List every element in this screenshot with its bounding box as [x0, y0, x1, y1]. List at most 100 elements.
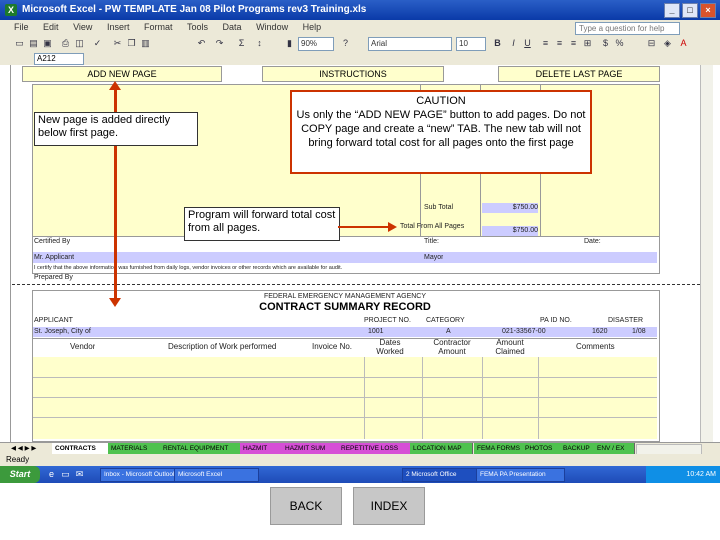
entry-column-divider — [364, 357, 365, 439]
system-tray: 10:42 AM — [646, 466, 720, 483]
close-icon[interactable]: × — [700, 3, 716, 18]
name-box[interactable]: A212 — [34, 53, 84, 65]
help-icon[interactable]: ? — [340, 38, 351, 49]
task-excel[interactable]: Microsoft Excel — [174, 468, 259, 482]
tab-rental-equipment[interactable]: RENTAL EQUIPMENT — [160, 443, 241, 454]
forward-arrow-line — [338, 226, 390, 228]
tab-fema-forms[interactable]: FEMA FORMS — [474, 443, 525, 454]
italic-icon[interactable]: I — [508, 38, 519, 49]
values-row — [33, 327, 657, 337]
preview-icon[interactable]: ◫ — [74, 38, 85, 49]
task-outlook[interactable]: Inbox - Microsoft Outlook — [100, 468, 175, 482]
quick-launch-ie-icon[interactable]: e — [46, 469, 57, 480]
font-color-icon[interactable]: A — [678, 38, 689, 49]
value-applicant: St. Joseph, City of — [34, 328, 91, 335]
caution-box: CAUTION Us only the “ADD NEW PAGE” butto… — [290, 90, 592, 174]
tab-env-ex[interactable]: ENV / EX — [594, 443, 635, 454]
maximize-icon[interactable]: □ — [682, 3, 698, 18]
signer-name: Mr. Applicant — [34, 254, 75, 261]
font-name-select[interactable]: Arial — [368, 37, 452, 51]
tab-hazmit[interactable]: HAZMIT — [240, 443, 283, 454]
delete-last-page-button[interactable]: DELETE LAST PAGE — [498, 66, 660, 82]
menu-bar: File Edit View Insert Format Tools Data … — [0, 20, 720, 35]
copy-icon[interactable]: ❐ — [126, 38, 137, 49]
print-icon[interactable]: ⎙ — [60, 38, 71, 49]
tab-location-map[interactable]: LOCATION MAP — [410, 443, 473, 454]
value-project-no: 1001 — [368, 328, 384, 335]
status-bar: Ready — [0, 454, 720, 466]
clock: 10:42 AM — [686, 471, 716, 478]
fill-color-icon[interactable]: ◈ — [662, 38, 673, 49]
certification-text: I certify that the above information was… — [34, 265, 343, 271]
align-right-icon[interactable]: ≡ — [568, 38, 579, 49]
paste-icon[interactable]: ▥ — [140, 38, 151, 49]
add-new-page-button[interactable]: ADD NEW PAGE — [22, 66, 222, 82]
align-left-icon[interactable]: ≡ — [540, 38, 551, 49]
menu-edit[interactable]: Edit — [37, 20, 65, 35]
header-applicant: APPLICANT — [34, 317, 73, 324]
col-vendor: Vendor — [70, 342, 96, 351]
sort-icon[interactable]: ↕ — [254, 38, 265, 49]
spelling-icon[interactable]: ✓ — [92, 38, 103, 49]
total-all-pages-value: $750.00 — [482, 226, 538, 236]
task-fema-presentation[interactable]: FEMA PA Presentation — [476, 468, 565, 482]
menu-view[interactable]: View — [67, 20, 98, 35]
menu-file[interactable]: File — [8, 20, 35, 35]
save-icon[interactable]: ▣ — [42, 38, 53, 49]
menu-help[interactable]: Help — [297, 20, 328, 35]
value-disaster: 1620 — [592, 328, 608, 335]
cut-icon[interactable]: ✂ — [112, 38, 123, 49]
contract-entry-rows[interactable] — [33, 357, 657, 439]
menu-window[interactable]: Window — [250, 20, 294, 35]
record-title: CONTRACT SUMMARY RECORD — [259, 301, 431, 313]
index-button[interactable]: INDEX — [353, 487, 425, 525]
header-disaster: DISASTER — [608, 317, 644, 324]
instructions-button[interactable]: INSTRUCTIONS — [262, 66, 444, 82]
col-contractor-amount: Contractor Amount — [433, 338, 471, 356]
task-office[interactable]: 2 Microsoft Office — [402, 468, 477, 482]
font-size-select[interactable]: 10 — [456, 37, 486, 51]
tab-photos[interactable]: PHOTOS — [522, 443, 563, 454]
back-button[interactable]: BACK — [270, 487, 342, 525]
chart-icon[interactable]: ▮ — [284, 38, 295, 49]
start-button[interactable]: Start — [0, 466, 40, 483]
redo-icon[interactable]: ↷ — [214, 38, 225, 49]
col-invoice-no: Invoice No. — [312, 342, 353, 351]
currency-icon[interactable]: $ — [600, 38, 611, 49]
help-search-input[interactable]: Type a question for help — [575, 22, 680, 35]
col-comments: Comments — [576, 342, 615, 351]
tab-contracts[interactable]: CONTRACTS — [52, 443, 111, 454]
minimize-icon[interactable]: _ — [664, 3, 680, 18]
tab-nav-arrows[interactable]: ◀ ◀ ▶ ▶ — [8, 443, 39, 454]
menu-format[interactable]: Format — [138, 20, 179, 35]
entry-row-divider — [33, 417, 657, 418]
value-category: A — [446, 328, 451, 335]
tab-materials[interactable]: MATERIALS — [108, 443, 163, 454]
quick-launch-outlook-icon[interactable]: ✉ — [74, 469, 85, 480]
merge-icon[interactable]: ⊞ — [582, 38, 593, 49]
header-project-no: PROJECT NO. — [364, 317, 411, 324]
undo-icon[interactable]: ↶ — [196, 38, 207, 49]
window-title: Microsoft Excel - PW TEMPLATE Jan 08 Pil… — [22, 4, 367, 15]
vertical-scrollbar[interactable] — [700, 65, 713, 442]
menu-tools[interactable]: Tools — [181, 20, 214, 35]
entry-column-divider — [538, 357, 539, 439]
excel-app-icon: X — [5, 4, 17, 16]
prepared-by-label: Prepared By — [34, 274, 73, 281]
menu-insert[interactable]: Insert — [101, 20, 136, 35]
caution-body: Us only the “ADD NEW PAGE” button to add… — [296, 109, 586, 149]
percent-icon[interactable]: % — [614, 38, 625, 49]
open-folder-icon[interactable]: ▤ — [28, 38, 39, 49]
bold-icon[interactable]: B — [492, 38, 503, 49]
autosum-icon[interactable]: Σ — [236, 38, 247, 49]
new-file-icon[interactable]: ▭ — [14, 38, 25, 49]
menu-data[interactable]: Data — [217, 20, 248, 35]
align-center-icon[interactable]: ≡ — [554, 38, 565, 49]
tab-hazmit-sum[interactable]: HAZMIT SUM — [282, 443, 339, 454]
borders-icon[interactable]: ⊟ — [646, 38, 657, 49]
tab-backup[interactable]: BACKUP — [560, 443, 597, 454]
tab-repetitive-loss[interactable]: REPETITIVE LOSS — [338, 443, 411, 454]
underline-icon[interactable]: U — [522, 38, 533, 49]
zoom-select[interactable]: 90% — [298, 37, 334, 51]
quick-launch-desktop-icon[interactable]: ▭ — [60, 469, 71, 480]
